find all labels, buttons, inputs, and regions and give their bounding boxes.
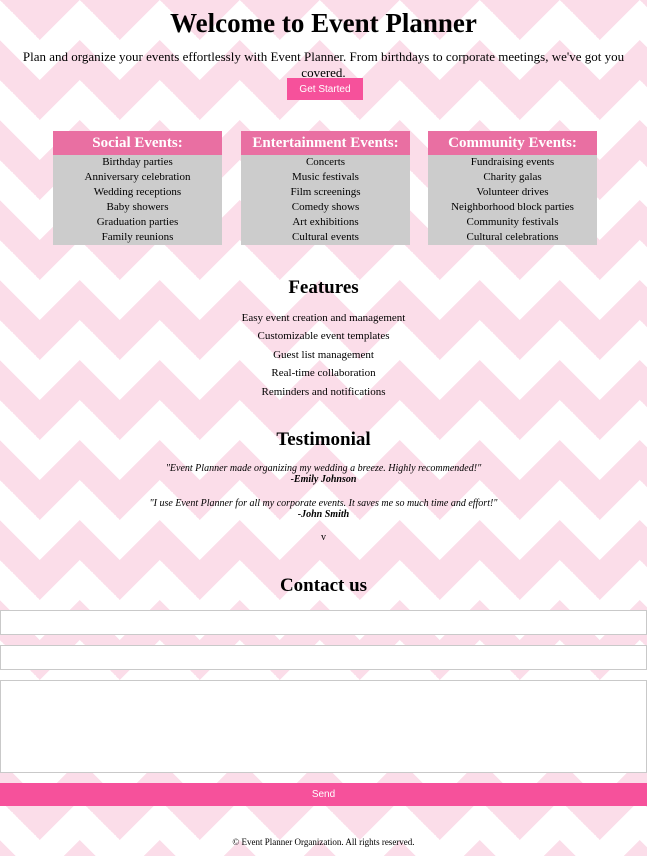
get-started-button[interactable]: Get Started [287,78,363,100]
list-item: Art exhibitions [292,216,359,228]
feature-item: Reminders and notifications [261,385,386,398]
features-heading: Features [288,277,359,298]
contact-heading: Contact us [279,575,368,596]
list-item: Music festivals [292,171,359,183]
quote-text: "Event Planner made organizing my weddin… [165,463,482,474]
name-field[interactable] [0,610,647,635]
list-item: Cultural events [292,231,359,243]
list-item: Cultural celebrations [466,231,559,243]
category-card-title: Community Events: [428,131,597,155]
list-item: Baby showers [106,201,169,213]
list-item: Film screenings [290,186,361,198]
list-item: Birthday parties [102,156,173,168]
list-item: Concerts [305,156,346,168]
quote-author: -Emily Johnson [290,474,357,485]
testimonial-quote: "I use Event Planner for all my corporat… [0,498,647,520]
page-title: Welcome to Event Planner [170,8,477,38]
list-item: Family reunions [101,231,174,243]
list-item: Wedding receptions [93,186,182,198]
email-field[interactable] [0,645,647,670]
list-item: Comedy shows [291,201,360,213]
testimonial-quote: "Event Planner made organizing my weddin… [0,463,647,485]
category-card-title: Social Events: [53,131,222,155]
page: Welcome to Event Planner Plan and organi… [0,0,647,856]
list-item: Graduation parties [96,216,179,228]
list-item: Anniversary celebration [84,171,191,183]
testimonial-heading: Testimonial [276,429,371,450]
feature-item: Guest list management [273,348,374,361]
category-card-social: Social Events: Birthday parties Annivers… [53,131,222,245]
stray-text: v [321,532,326,543]
send-button[interactable]: Send [0,783,647,806]
intro-text: Plan and organize your events effortless… [22,49,625,80]
quote-text: "I use Event Planner for all my corporat… [149,498,498,509]
list-item: Volunteer drives [476,186,549,198]
message-field[interactable] [0,680,647,773]
category-card-entertainment: Entertainment Events: Concerts Music fes… [241,131,410,245]
category-card-community: Community Events: Fundraising events Cha… [428,131,597,245]
list-item: Neighborhood block parties [451,201,574,213]
category-card-title: Entertainment Events: [241,131,410,155]
category-list: Birthday parties Anniversary celebration… [53,155,222,245]
features-list: Easy event creation and management Custo… [0,309,647,401]
quote-author: -John Smith [297,509,350,520]
feature-item: Real-time collaboration [271,367,376,380]
footer-text: © Event Planner Organization. All rights… [232,837,415,847]
category-list: Concerts Music festivals Film screenings… [241,155,410,245]
list-item: Charity galas [483,171,542,183]
feature-item: Customizable event templates [257,330,390,343]
feature-item: Easy event creation and management [241,312,406,324]
list-item: Community festivals [466,216,559,228]
category-list: Fundraising events Charity galas Volunte… [428,155,597,245]
list-item: Fundraising events [470,156,555,168]
